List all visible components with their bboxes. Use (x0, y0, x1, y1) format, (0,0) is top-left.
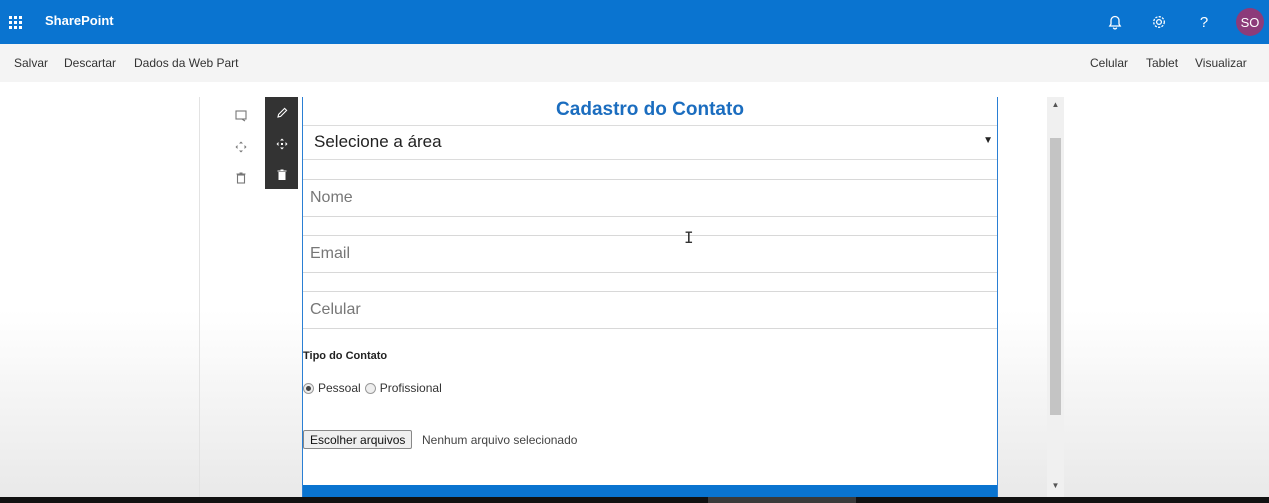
bell-icon[interactable] (1104, 11, 1126, 33)
move-icon[interactable] (265, 128, 298, 159)
email-field-wrapper (303, 235, 997, 273)
scroll-thumb[interactable] (1050, 138, 1061, 415)
text-cursor-icon: I (684, 228, 694, 247)
area-select[interactable]: Selecione a área ▼ (303, 126, 997, 156)
area-select-value: Selecione a área (314, 132, 442, 151)
radio-personal[interactable] (303, 382, 314, 394)
preview-button[interactable]: Visualizar (1195, 56, 1247, 70)
divider (303, 159, 997, 160)
help-icon[interactable]: ? (1193, 11, 1215, 33)
radio-professional[interactable] (364, 382, 376, 394)
mobile-field-wrapper (303, 291, 997, 329)
save-button[interactable]: Salvar (14, 56, 48, 70)
discard-button[interactable]: Descartar (64, 56, 116, 70)
avatar[interactable]: SO (1236, 8, 1264, 36)
contact-type-radio-group: Pessoal Profissional (303, 381, 442, 395)
suite-bar: SharePoint ? SO (0, 0, 1269, 44)
gear-icon[interactable] (1148, 11, 1170, 33)
web-part-data-button[interactable]: Dados da Web Part (134, 56, 239, 70)
tablet-preview-button[interactable]: Tablet (1146, 56, 1178, 70)
radio-professional-label[interactable]: Profissional (380, 381, 442, 395)
move-section-icon[interactable] (226, 131, 256, 162)
dropdown-arrow-icon: ▼ (983, 135, 993, 146)
file-status-text: Nenhum arquivo selecionado (422, 433, 578, 447)
email-input[interactable] (303, 235, 997, 273)
command-bar: Salvar Descartar Dados da Web Part Celul… (0, 44, 1269, 82)
contact-form-web-part: Cadastro do Contato Selecione a área ▼ T… (302, 97, 998, 497)
mobile-preview-button[interactable]: Celular (1090, 56, 1128, 70)
section-toolbar (226, 100, 256, 193)
choose-files-button[interactable]: Escolher arquivos (303, 430, 413, 449)
web-part-toolbar (265, 97, 298, 189)
scroll-down-arrow-icon[interactable]: ▼ (1047, 481, 1064, 493)
radio-personal-label[interactable]: Pessoal (318, 381, 361, 395)
brand-label[interactable]: SharePoint (45, 13, 114, 28)
scroll-up-arrow-icon[interactable]: ▲ (1047, 100, 1064, 112)
form-title: Cadastro do Contato (556, 99, 744, 120)
mobile-input[interactable] (303, 291, 997, 329)
web-part-bottom-bar (303, 485, 997, 497)
name-field-wrapper (303, 179, 997, 217)
pencil-icon[interactable] (265, 97, 298, 128)
vertical-scrollbar[interactable]: ▲ ▼ (1047, 97, 1064, 497)
trash-icon[interactable] (265, 159, 298, 190)
delete-section-icon[interactable] (226, 162, 256, 193)
edit-section-icon[interactable] (226, 100, 256, 131)
contact-type-label: Tipo do Contato (303, 350, 388, 362)
name-input[interactable] (303, 179, 997, 217)
taskbar-strip (0, 497, 1269, 503)
app-launcher-icon[interactable] (0, 0, 30, 44)
